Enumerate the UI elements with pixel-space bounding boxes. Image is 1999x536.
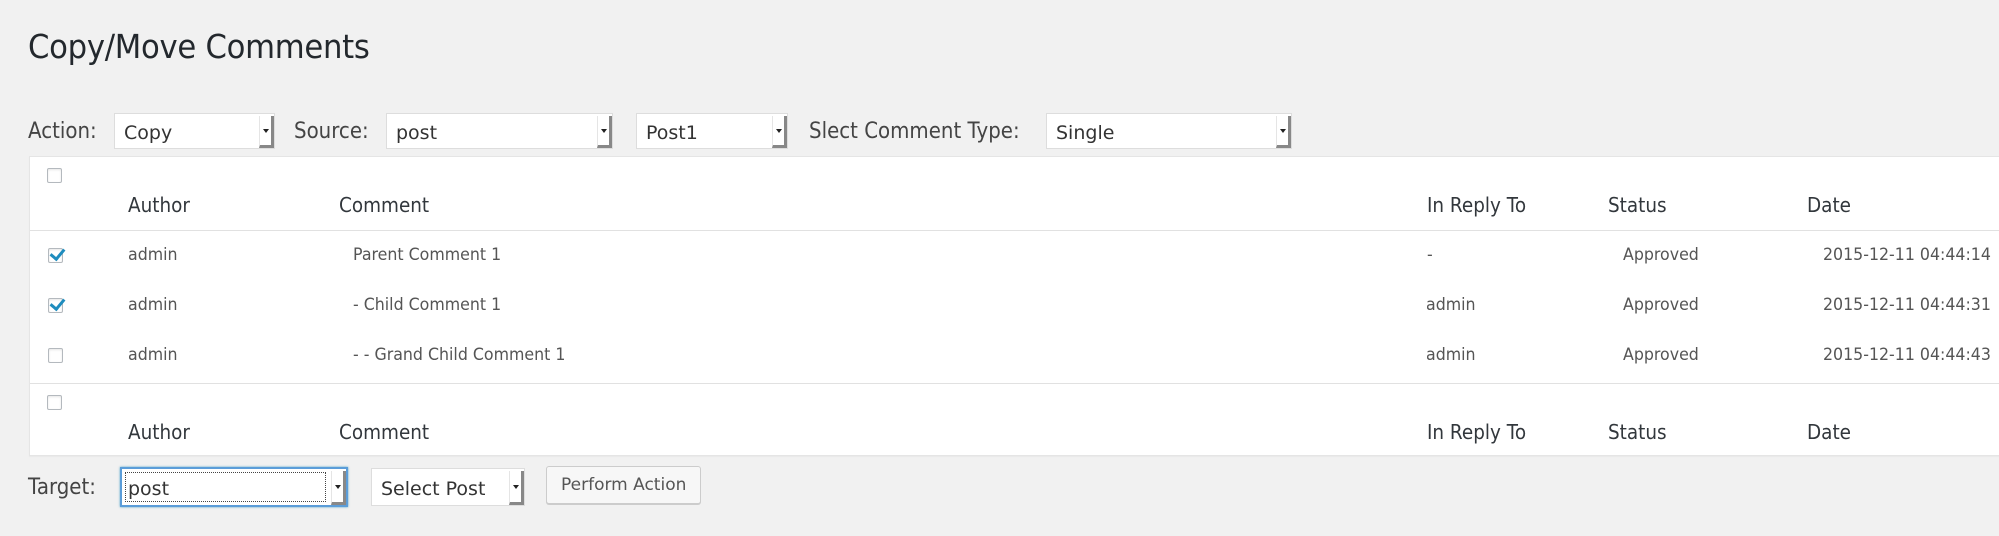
source-post-value: Post1 bbox=[646, 122, 698, 144]
source-type-select[interactable]: post bbox=[386, 113, 613, 149]
source-post-select[interactable]: Post1 bbox=[636, 113, 788, 149]
cell-author: admin bbox=[128, 295, 178, 315]
chevron-down-icon[interactable] bbox=[509, 471, 524, 505]
row-checkbox[interactable] bbox=[48, 248, 63, 263]
cell-date: 2015-12-11 04:44:14 bbox=[1823, 245, 1991, 265]
target-controls: Target: post Select Post Perform Action bbox=[28, 464, 702, 510]
comment-type-label: Slect Comment Type: bbox=[809, 118, 1020, 144]
cell-date: 2015-12-11 04:44:43 bbox=[1823, 345, 1991, 365]
cell-in-reply-to: - bbox=[1427, 245, 1433, 265]
chevron-down-icon[interactable] bbox=[259, 116, 274, 148]
source-type-value: post bbox=[396, 122, 438, 144]
cell-status: Approved bbox=[1623, 295, 1699, 315]
cell-in-reply-to: admin bbox=[1426, 345, 1476, 365]
action-select[interactable]: Copy bbox=[114, 113, 275, 149]
cell-comment: - Child Comment 1 bbox=[353, 295, 502, 315]
cell-author: admin bbox=[128, 245, 178, 265]
cell-status: Approved bbox=[1623, 345, 1699, 365]
column-author[interactable]: Author bbox=[128, 193, 190, 217]
table-row: admin - Child Comment 1 admin Approved 2… bbox=[30, 281, 1999, 331]
page-title: Copy/Move Comments bbox=[28, 27, 370, 66]
column-author-footer[interactable]: Author bbox=[128, 420, 190, 444]
perform-action-button[interactable]: Perform Action bbox=[546, 466, 702, 504]
source-controls: Action: Copy Source: post Post1 Slect Co… bbox=[28, 110, 1292, 152]
chevron-down-icon[interactable] bbox=[1276, 116, 1291, 148]
cell-status: Approved bbox=[1623, 245, 1699, 265]
comments-table: Author Comment In Reply To Status Date a… bbox=[29, 156, 1999, 456]
target-post-select[interactable]: Select Post bbox=[371, 468, 525, 506]
chevron-down-icon[interactable] bbox=[331, 471, 346, 505]
cell-date: 2015-12-11 04:44:31 bbox=[1823, 295, 1991, 315]
column-status[interactable]: Status bbox=[1608, 193, 1667, 217]
column-comment[interactable]: Comment bbox=[339, 193, 429, 217]
table-row: admin Parent Comment 1 - Approved 2015-1… bbox=[30, 231, 1999, 281]
column-in-reply-to[interactable]: In Reply To bbox=[1427, 193, 1526, 217]
comment-type-value: Single bbox=[1056, 122, 1115, 144]
row-checkbox[interactable] bbox=[48, 298, 63, 313]
cell-comment: Parent Comment 1 bbox=[353, 245, 502, 265]
target-type-select[interactable]: post bbox=[120, 467, 348, 507]
table-header: Author Comment In Reply To Status Date bbox=[30, 157, 1999, 231]
action-select-value: Copy bbox=[124, 122, 173, 144]
column-date[interactable]: Date bbox=[1807, 193, 1851, 217]
cell-author: admin bbox=[128, 345, 178, 365]
comment-type-select[interactable]: Single bbox=[1046, 113, 1292, 149]
chevron-down-icon[interactable] bbox=[597, 116, 612, 148]
column-date-footer[interactable]: Date bbox=[1807, 420, 1851, 444]
select-all-checkbox-footer[interactable] bbox=[47, 395, 62, 410]
cell-comment: - - Grand Child Comment 1 bbox=[353, 345, 566, 365]
target-post-value: Select Post bbox=[381, 478, 486, 500]
action-label: Action: bbox=[28, 118, 97, 144]
column-status-footer[interactable]: Status bbox=[1608, 420, 1667, 444]
target-label: Target: bbox=[28, 474, 96, 500]
source-label: Source: bbox=[294, 118, 369, 144]
column-comment-footer[interactable]: Comment bbox=[339, 420, 429, 444]
column-in-reply-to-footer[interactable]: In Reply To bbox=[1427, 420, 1526, 444]
select-all-checkbox[interactable] bbox=[47, 168, 62, 183]
target-type-value: post bbox=[128, 478, 170, 500]
table-row: admin - - Grand Child Comment 1 admin Ap… bbox=[30, 331, 1999, 381]
chevron-down-icon[interactable] bbox=[772, 116, 787, 148]
table-footer: Author Comment In Reply To Status Date bbox=[30, 383, 1999, 457]
row-checkbox[interactable] bbox=[48, 348, 63, 363]
cell-in-reply-to: admin bbox=[1426, 295, 1476, 315]
